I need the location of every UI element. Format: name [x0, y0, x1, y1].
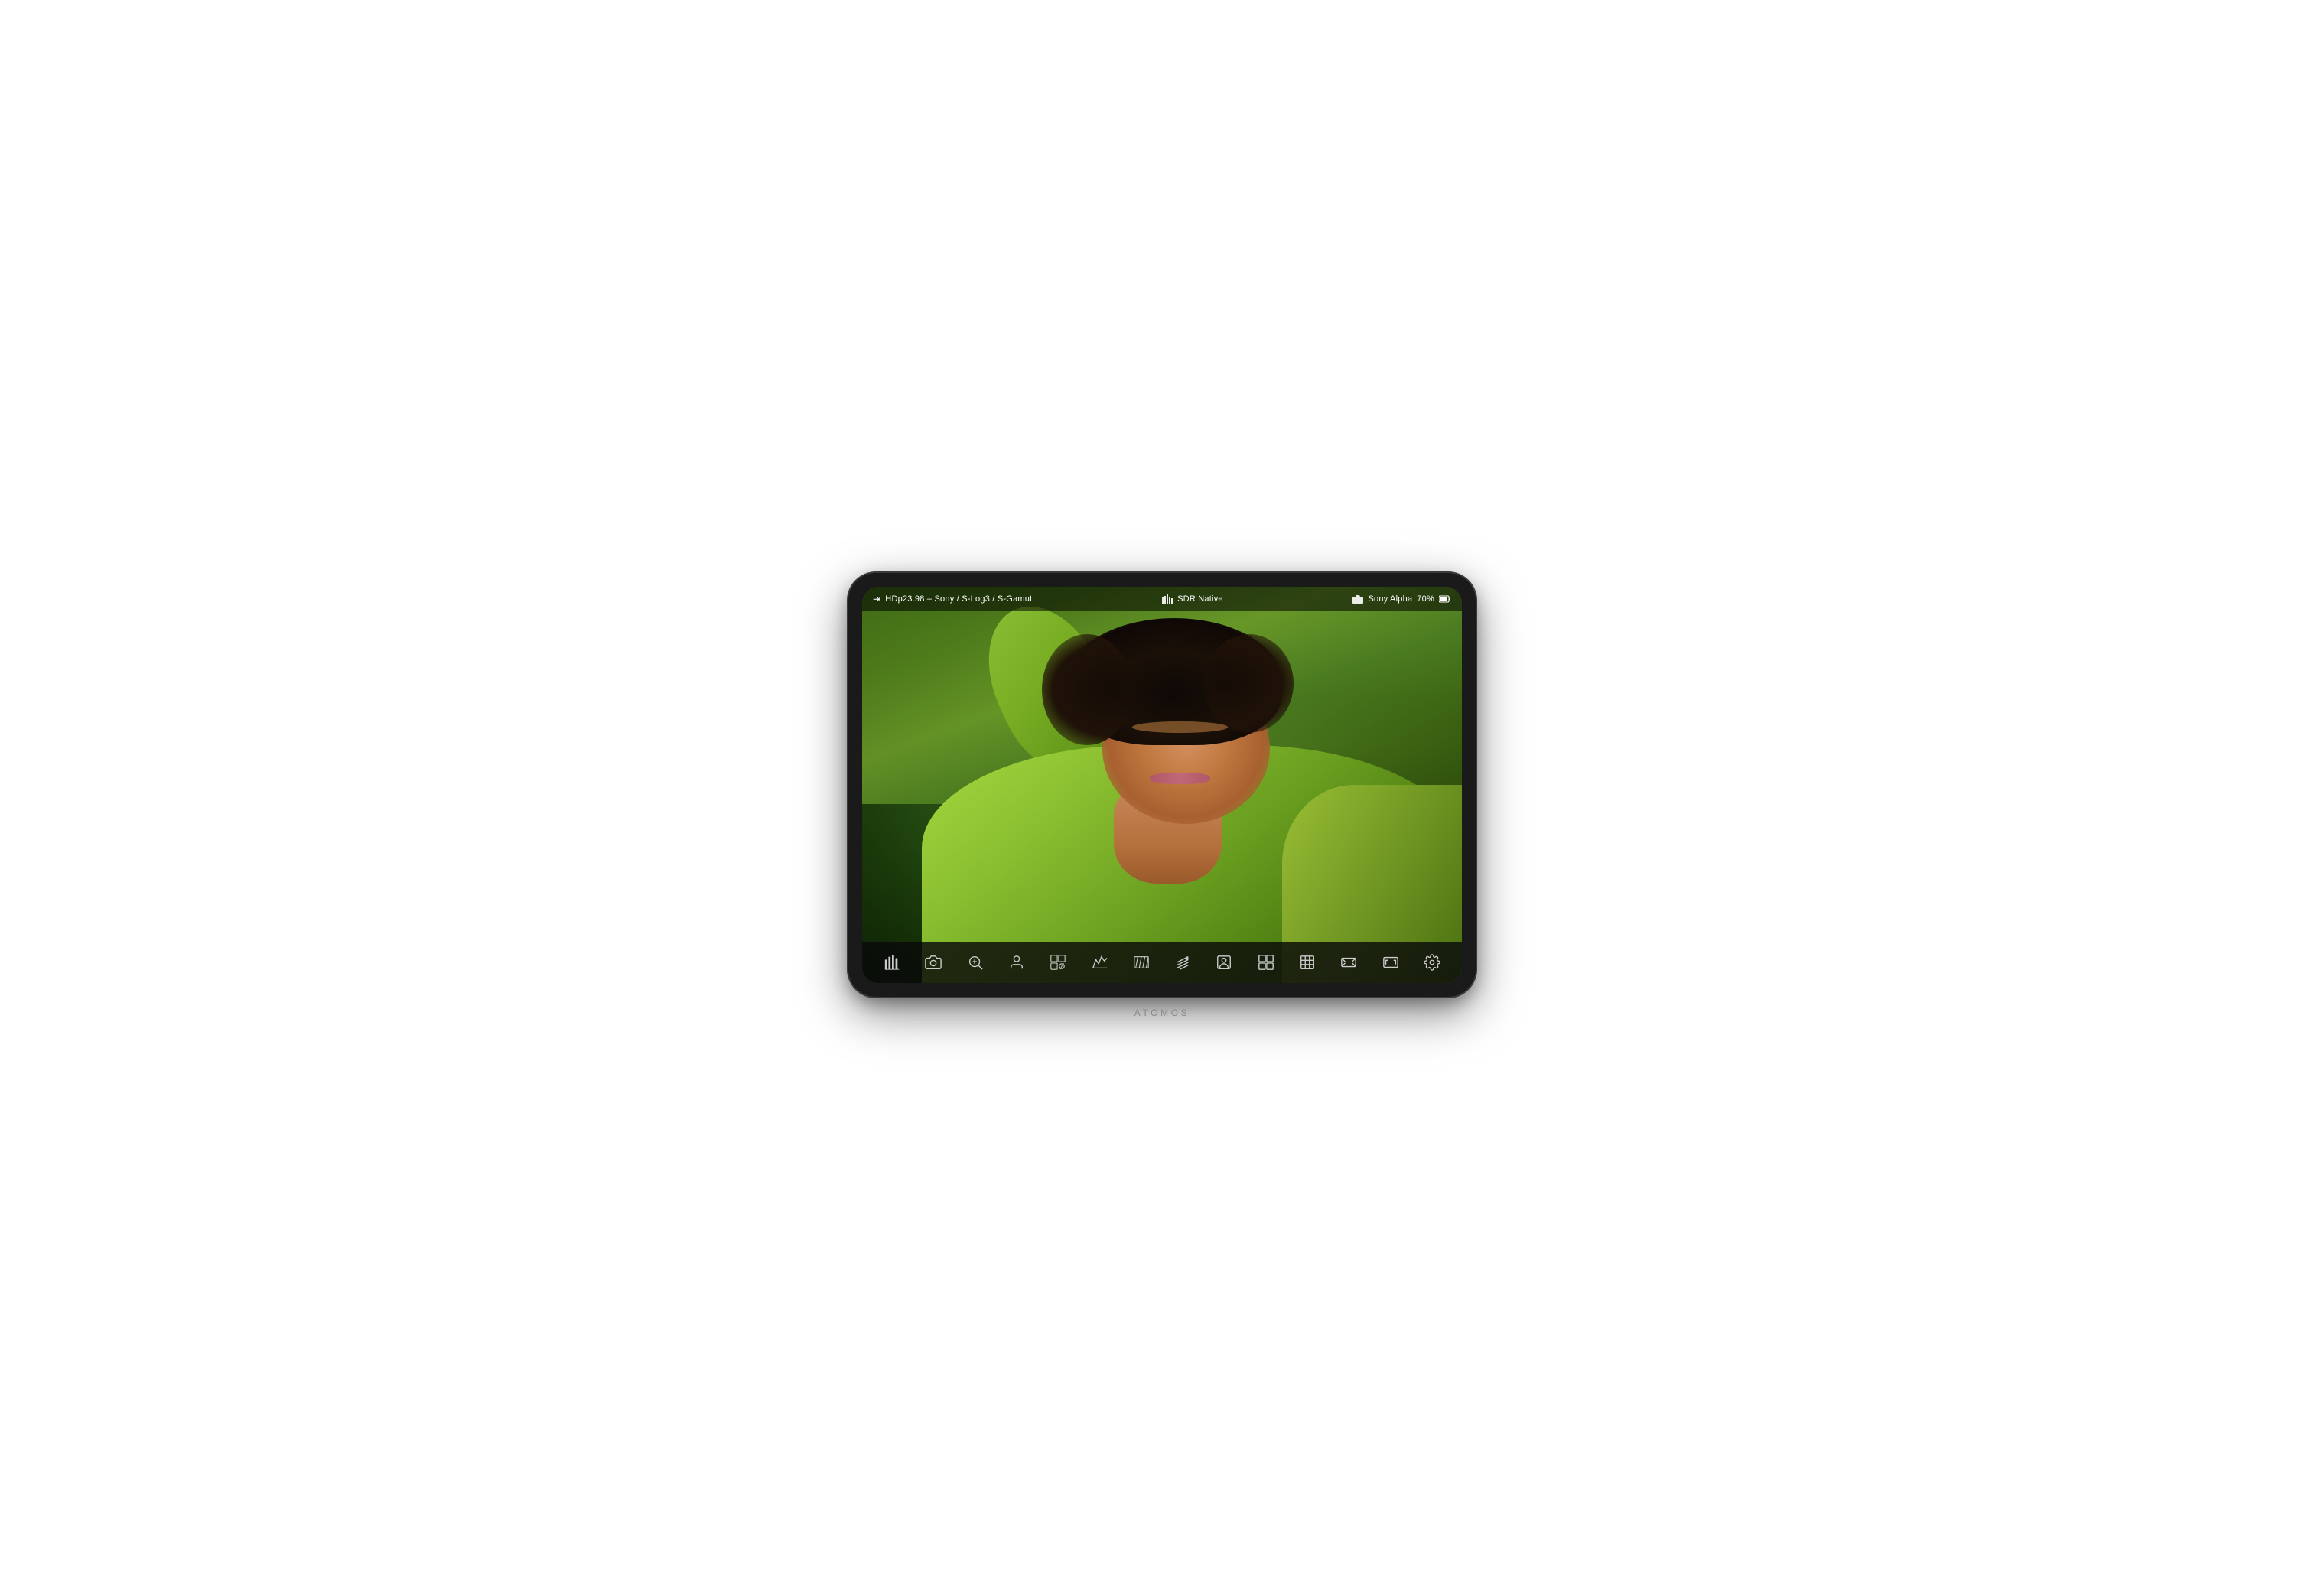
status-left: ⇥ HDp23.98 – Sony / S-Log3 / S-Gamut	[873, 594, 1032, 604]
fullscreen-icon	[1382, 954, 1399, 971]
device-screen-bezel: ⇥ HDp23.98 – Sony / S-Log3 / S-Gamut SDR…	[862, 587, 1462, 983]
status-right: Sony Alpha 70%	[1352, 594, 1451, 604]
hair-left	[1042, 634, 1132, 745]
capture-icon	[925, 954, 942, 971]
person-icon	[1216, 954, 1232, 971]
face-detect-icon	[1008, 954, 1025, 971]
eye-area	[1132, 721, 1228, 734]
battery-icon	[1439, 595, 1451, 603]
video-preview[interactable]	[862, 587, 1462, 983]
aspect-icon	[1340, 954, 1357, 971]
crosshair-button[interactable]	[1251, 948, 1281, 977]
status-center: SDR Native	[1162, 594, 1223, 604]
scope-icon	[1050, 954, 1066, 971]
settings-icon	[1424, 954, 1440, 971]
zoom-icon	[967, 954, 984, 971]
grid-icon	[1299, 954, 1316, 971]
status-bar: ⇥ HDp23.98 – Sony / S-Log3 / S-Gamut SDR…	[862, 587, 1462, 611]
false-color-button[interactable]	[1126, 948, 1157, 977]
battery-pct-text: 70%	[1417, 594, 1434, 604]
histogram-icon	[1092, 954, 1108, 971]
histogram-button[interactable]	[1085, 948, 1115, 977]
settings-button[interactable]	[1417, 948, 1447, 977]
crosshatch-button[interactable]	[1167, 948, 1198, 977]
waveform-icon	[1162, 594, 1173, 604]
grid-button[interactable]	[1292, 948, 1323, 977]
input-icon: ⇥	[873, 594, 880, 604]
sdr-native-text: SDR Native	[1177, 594, 1223, 604]
crosshatch-icon	[1174, 954, 1191, 971]
face-detect-button[interactable]	[1001, 948, 1032, 977]
waveform-btn-icon	[884, 954, 900, 971]
atomos-device: ⇥ HDp23.98 – Sony / S-Log3 / S-Gamut SDR…	[848, 573, 1476, 997]
camera-name-text: Sony Alpha	[1368, 594, 1412, 604]
crosshair-icon	[1258, 954, 1274, 971]
false-color-icon	[1133, 954, 1150, 971]
aspect-ratio-button[interactable]	[1333, 948, 1364, 977]
person-button[interactable]	[1209, 948, 1239, 977]
scope-button[interactable]	[1043, 948, 1073, 977]
brand-label: ATOMOS	[1134, 1007, 1190, 1018]
lips	[1150, 773, 1209, 785]
screen: ⇥ HDp23.98 – Sony / S-Log3 / S-Gamut SDR…	[862, 587, 1462, 983]
capture-button[interactable]	[918, 948, 949, 977]
toolbar	[862, 942, 1462, 983]
zoom-button[interactable]	[960, 948, 991, 977]
waveform-button[interactable]	[877, 948, 907, 977]
hair-right	[1204, 634, 1294, 734]
camera-icon	[1352, 594, 1363, 604]
fullscreen-button[interactable]	[1375, 948, 1406, 977]
status-signal-text: HDp23.98 – Sony / S-Log3 / S-Gamut	[885, 594, 1032, 604]
video-background	[862, 587, 1462, 983]
